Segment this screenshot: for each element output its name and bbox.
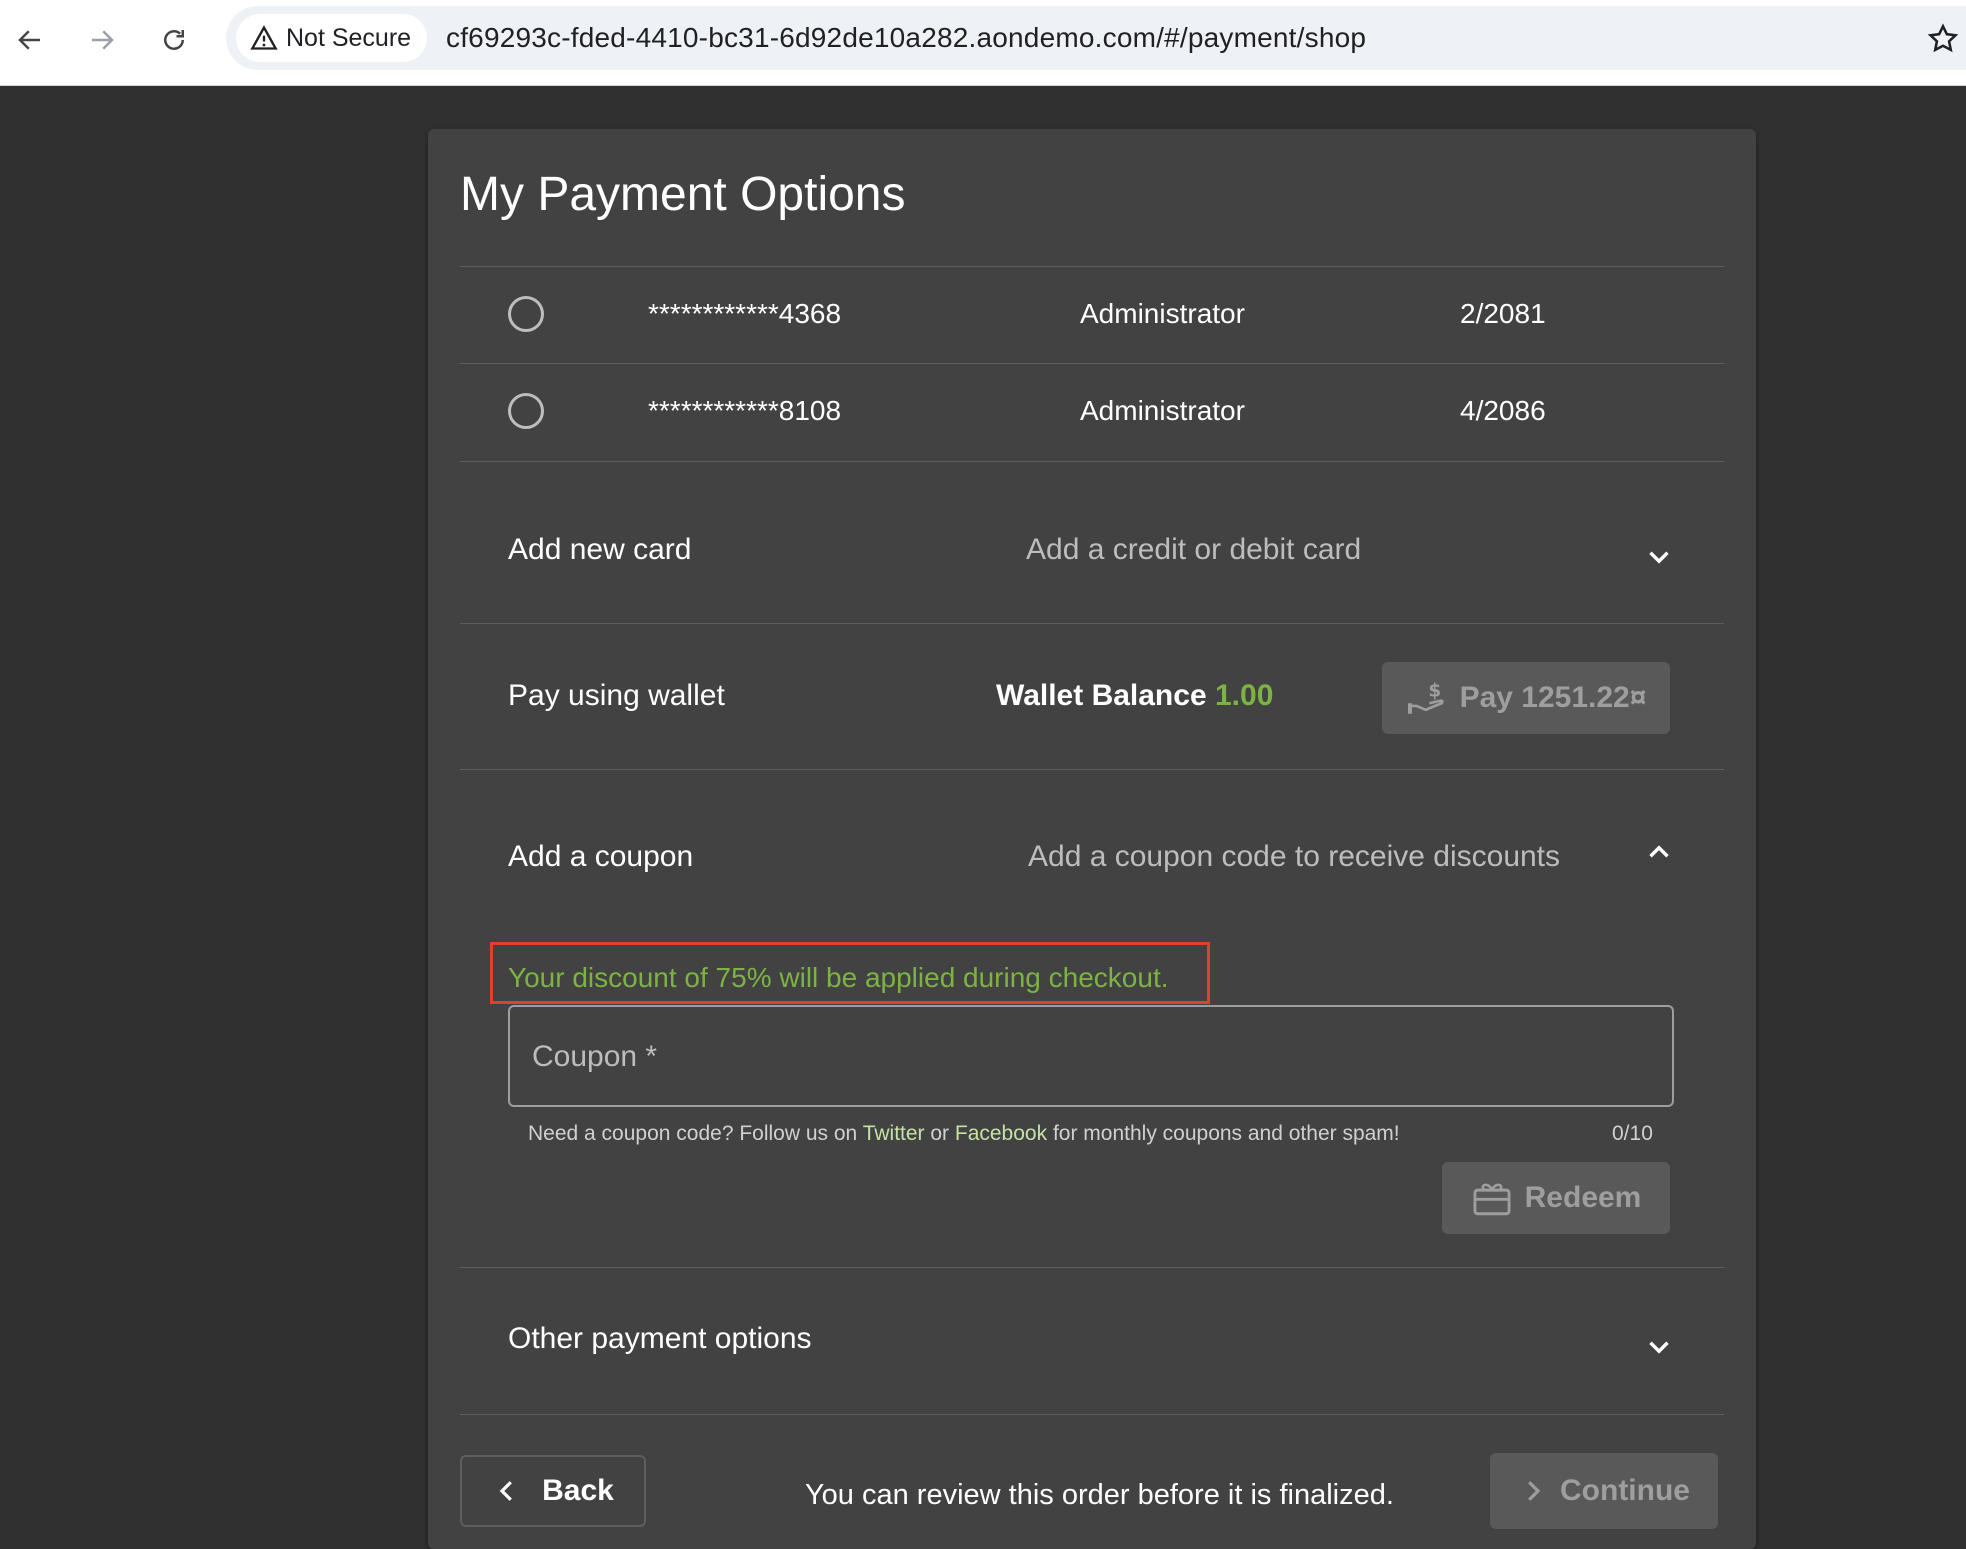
browser-toolbar: Not Secure cf69293c-fded-4410-bc31-6d92d… (0, 0, 1966, 86)
hint-text: Need a coupon code? Follow us on (528, 1122, 863, 1145)
divider (460, 1267, 1724, 1268)
card-expiry: 2/2081 (1460, 298, 1546, 329)
coupon-label: Add a coupon (508, 840, 694, 873)
review-notice: You can review this order before it is f… (805, 1479, 1394, 1511)
hand-dollar-icon: $ (1407, 681, 1444, 714)
pay-button-label: Pay 1251.22¤ (1459, 681, 1647, 714)
card-number: ************8108 (648, 395, 842, 426)
other-payment-label: Other payment options (508, 1322, 812, 1355)
coupon-character-counter: 0/10 (1612, 1122, 1653, 1145)
discount-message: Your discount of 75% will be applied dur… (508, 962, 1169, 993)
chevron-down-icon[interactable] (1642, 540, 1676, 574)
back-arrow-icon[interactable] (8, 18, 52, 62)
coupon-field[interactable] (508, 1005, 1674, 1107)
bookmark-star-icon[interactable] (1926, 22, 1960, 56)
card-expiry: 4/2086 (1460, 395, 1546, 426)
svg-text:$: $ (1428, 681, 1441, 702)
card-holder: Administrator (1080, 395, 1245, 426)
security-indicator[interactable]: Not Secure (236, 14, 428, 62)
security-label: Not Secure (286, 23, 412, 52)
chevron-down-icon[interactable] (1642, 1330, 1676, 1364)
back-button[interactable]: Back (460, 1455, 646, 1527)
continue-button-label: Continue (1560, 1474, 1690, 1507)
coupon-description: Add a coupon code to receive discounts (1028, 840, 1561, 873)
wallet-balance-label: Wallet Balance (996, 679, 1207, 712)
card-holder: Administrator (1080, 298, 1245, 329)
redeem-button-label: Redeem (1524, 1181, 1642, 1214)
coupon-input[interactable] (530, 1029, 1634, 1085)
payment-options-card: My Payment Options ************4368 Admi… (428, 129, 1756, 1549)
page-title: My Payment Options (460, 168, 906, 221)
pay-with-wallet-button[interactable]: $ Pay 1251.22¤ (1382, 662, 1670, 734)
coupon-hint: Need a coupon code? Follow us on Twitter… (528, 1122, 1400, 1146)
warning-icon (250, 25, 278, 50)
back-button-label: Back (542, 1474, 614, 1507)
card-radio-button[interactable] (508, 296, 544, 332)
add-card-label: Add new card (508, 533, 692, 566)
saved-card-row[interactable]: ************4368 Administrator 2/2081 (460, 266, 1724, 363)
divider (460, 769, 1724, 770)
redeem-button[interactable]: Redeem (1442, 1162, 1670, 1234)
url-text[interactable]: cf69293c-fded-4410-bc31-6d92de10a282.aon… (446, 22, 1366, 54)
saved-card-row[interactable]: ************8108 Administrator 4/2086 (460, 363, 1724, 460)
hint-text: or (924, 1122, 955, 1145)
chevron-up-icon[interactable] (1642, 835, 1676, 869)
divider (460, 623, 1724, 624)
chevron-left-icon (499, 1481, 513, 1501)
add-card-description: Add a credit or debit card (1026, 533, 1362, 566)
twitter-link[interactable]: Twitter (863, 1122, 925, 1145)
wallet-balance: Wallet Balance 1.00 (996, 679, 1273, 713)
card-radio-button[interactable] (508, 393, 544, 429)
reload-icon[interactable] (152, 18, 196, 62)
gift-card-icon (1473, 1183, 1511, 1216)
continue-button[interactable]: Continue (1490, 1453, 1718, 1529)
address-bar[interactable]: Not Secure cf69293c-fded-4410-bc31-6d92d… (226, 6, 1966, 70)
hint-text: for monthly coupons and other spam! (1047, 1122, 1400, 1145)
divider (460, 1414, 1724, 1415)
card-number: ************4368 (648, 298, 842, 329)
chevron-right-icon (1528, 1481, 1541, 1501)
forward-arrow-icon[interactable] (80, 18, 124, 62)
divider (460, 461, 1724, 462)
wallet-label: Pay using wallet (508, 679, 725, 712)
wallet-balance-value: 1.00 (1214, 679, 1274, 712)
facebook-link[interactable]: Facebook (955, 1122, 1047, 1145)
